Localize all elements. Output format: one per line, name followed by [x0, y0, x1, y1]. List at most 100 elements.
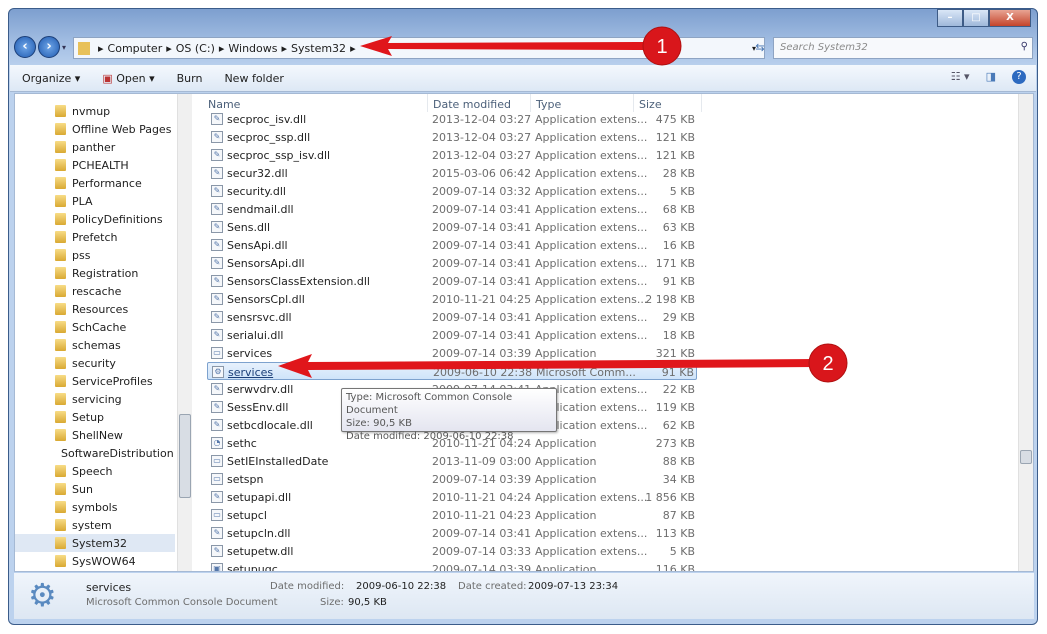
- search-icon[interactable]: ⚲: [1021, 41, 1028, 52]
- sidebar-item-schemas[interactable]: schemas: [55, 336, 173, 354]
- burn-button[interactable]: Burn: [177, 72, 203, 85]
- breadcrumb-separator[interactable]: ▸: [282, 42, 288, 55]
- sidebar-item-system[interactable]: system: [55, 516, 173, 534]
- file-size: 273 KB: [655, 437, 695, 450]
- close-button[interactable]: X: [989, 9, 1031, 27]
- file-row[interactable]: ⚙ services 2009-06-10 22:38 Microsoft Comm.…: [207, 362, 697, 380]
- sidebar-item-softwaredistribution[interactable]: SoftwareDistribution: [55, 444, 174, 462]
- sidebar-item-offline-web-pages[interactable]: Offline Web Pages: [55, 120, 173, 138]
- sidebar-item-rescache[interactable]: rescache: [55, 282, 173, 300]
- sidebar-item-pla[interactable]: PLA: [55, 192, 173, 210]
- file-row[interactable]: ✎ secur32.dll 2015-03-06 06:42 Application …: [207, 164, 697, 182]
- file-row[interactable]: ▭ services 2009-07-14 03:39 Application 321 …: [207, 344, 697, 362]
- sidebar-item-serviceprofiles[interactable]: ServiceProfiles: [55, 372, 173, 390]
- maximize-button[interactable]: □: [963, 9, 989, 27]
- file-row[interactable]: ✎ secproc_ssp.dll 2013-12-04 03:27 Applicat…: [207, 128, 697, 146]
- breadcrumb-separator[interactable]: ▸: [219, 42, 225, 55]
- breadcrumb-separator[interactable]: ▸: [350, 42, 356, 55]
- file-name: setupugc: [227, 563, 278, 571]
- breadcrumb-system32[interactable]: System32: [291, 42, 346, 55]
- new-folder-button[interactable]: New folder: [224, 72, 283, 85]
- sidebar-item-resources[interactable]: Resources: [55, 300, 173, 318]
- sidebar-item-system32[interactable]: System32: [15, 534, 175, 552]
- file-size: 121 KB: [655, 131, 695, 144]
- breadcrumb-os-c[interactable]: OS (C:): [176, 42, 215, 55]
- sidebar-item-performance[interactable]: Performance: [55, 174, 173, 192]
- sidebar-item-symbols[interactable]: symbols: [55, 498, 173, 516]
- sidebar-item-sun[interactable]: Sun: [55, 480, 173, 498]
- sidebar-scroll-thumb[interactable]: [179, 414, 191, 498]
- sidebar-item-schcache[interactable]: SchCache: [55, 318, 173, 336]
- file-row[interactable]: ✎ setupapi.dll 2010-11-21 04:24 Application…: [207, 488, 697, 506]
- sidebar-item-panther[interactable]: panther: [55, 138, 173, 156]
- sidebar-item-registration[interactable]: Registration: [55, 264, 173, 282]
- file-size: 2 198 KB: [645, 293, 695, 306]
- file-date: 2009-07-14 03:32: [432, 185, 532, 198]
- sidebar-item-security[interactable]: security: [55, 354, 173, 372]
- sidebar-item-policydefinitions[interactable]: PolicyDefinitions: [55, 210, 173, 228]
- file-row[interactable]: ✎ setupetw.dll 2009-07-14 03:33 Application…: [207, 542, 697, 560]
- sidebar-item-prefetch[interactable]: Prefetch: [55, 228, 173, 246]
- breadcrumb-computer[interactable]: Computer: [108, 42, 163, 55]
- file-row[interactable]: ✎ sensrsvc.dll 2009-07-14 03:41 Application…: [207, 308, 697, 326]
- file-row[interactable]: ✎ sendmail.dll 2009-07-14 03:41 Application…: [207, 200, 697, 218]
- recent-pages-dropdown[interactable]: ▾: [62, 43, 66, 52]
- file-row[interactable]: ✎ SensApi.dll 2009-07-14 03:41 Application …: [207, 236, 697, 254]
- file-name: sethc: [227, 437, 257, 450]
- view-options-icon[interactable]: ☷ ▾: [951, 70, 970, 84]
- sidebar-item-servicing[interactable]: servicing: [55, 390, 173, 408]
- file-list-scrollbar[interactable]: [1018, 94, 1033, 571]
- sidebar-scrollbar[interactable]: [177, 94, 192, 571]
- file-row[interactable]: ✎ secproc_isv.dll 2013-12-04 03:27 Applicat…: [207, 110, 697, 128]
- organize-button[interactable]: Organize ▾: [22, 72, 80, 85]
- file-size: 113 KB: [655, 527, 695, 540]
- column-divider[interactable]: [701, 94, 702, 112]
- file-name: serwvdrv.dll: [227, 383, 294, 396]
- back-button[interactable]: ‹: [14, 36, 36, 58]
- sidebar-item-setup[interactable]: Setup: [55, 408, 173, 426]
- dll-file-icon: ✎: [211, 491, 223, 503]
- file-row[interactable]: ✎ SensorsCpl.dll 2010-11-21 04:25 Applicati…: [207, 290, 697, 308]
- file-row[interactable]: ✎ SensorsApi.dll 2009-07-14 03:41 Applicati…: [207, 254, 697, 272]
- sidebar-item-shellnew[interactable]: ShellNew: [55, 426, 173, 444]
- file-name: secproc_ssp.dll: [227, 131, 311, 144]
- sidebar-item-pchealth[interactable]: PCHEALTH: [55, 156, 173, 174]
- file-row[interactable]: ✎ serialui.dll 2009-07-14 03:41 Application…: [207, 326, 697, 344]
- tooltip-size: Size: 90,5 KB: [346, 418, 412, 429]
- file-list-scroll-thumb[interactable]: [1020, 450, 1032, 464]
- dll-file-icon: ✎: [211, 401, 223, 413]
- file-row[interactable]: ✎ SensorsClassExtension.dll 2009-07-14 03:…: [207, 272, 697, 290]
- refresh-icon[interactable]: ⇆: [749, 37, 771, 59]
- file-size: 1 856 KB: [645, 491, 695, 504]
- help-icon[interactable]: ?: [1012, 70, 1026, 84]
- preview-pane-icon[interactable]: ◨: [986, 70, 996, 84]
- breadcrumb-windows[interactable]: Windows: [228, 42, 277, 55]
- breadcrumb-separator[interactable]: ▸: [98, 42, 104, 55]
- address-bar[interactable]: ▸ Computer ▸ OS (C:) ▸ Windows ▸ System32 ▸ …: [73, 37, 765, 59]
- file-row[interactable]: ▭ SetIEInstalledDate 2013-11-09 03:00 Appli…: [207, 452, 697, 470]
- breadcrumb-separator[interactable]: ▸: [166, 42, 172, 55]
- exe-file-icon: ▭: [211, 509, 223, 521]
- dll-file-icon: ✎: [211, 275, 223, 287]
- dll-file-icon: ✎: [211, 545, 223, 557]
- file-size: 5 KB: [669, 545, 695, 558]
- file-row[interactable]: ▭ setspn 2009-07-14 03:39 Application 34 KB: [207, 470, 697, 488]
- file-row[interactable]: ✎ setupcln.dll 2009-07-14 03:41 Application…: [207, 524, 697, 542]
- file-name: Sens.dll: [227, 221, 271, 234]
- sidebar-item-nvmup[interactable]: nvmup: [55, 102, 173, 120]
- file-row[interactable]: ▭ setupcl 2010-11-21 04:23 Application 87 KB: [207, 506, 697, 524]
- file-row[interactable]: ✎ Sens.dll 2009-07-14 03:41 Application ext…: [207, 218, 697, 236]
- sidebar-item-syswow64[interactable]: SysWOW64: [55, 552, 173, 570]
- folder-icon: [55, 519, 66, 531]
- console-document-icon: ⚙: [28, 576, 57, 614]
- sidebar-item-speech[interactable]: Speech: [55, 462, 173, 480]
- file-row[interactable]: ✎ security.dll 2009-07-14 03:32 Application…: [207, 182, 697, 200]
- open-button[interactable]: ▣ Open ▾: [102, 72, 154, 85]
- file-row[interactable]: ▣ setupugc 2009-07-14 03:39 Application 116 …: [207, 560, 697, 571]
- file-row[interactable]: ✎ secproc_ssp_isv.dll 2013-12-04 03:27 Appl…: [207, 146, 697, 164]
- minimize-button[interactable]: –: [937, 9, 963, 27]
- search-input[interactable]: Search System32 ⚲: [773, 37, 1033, 59]
- sidebar-item-pss[interactable]: pss: [55, 246, 173, 264]
- sidebar-item-label: Setup: [72, 410, 105, 424]
- forward-button[interactable]: ›: [38, 36, 60, 58]
